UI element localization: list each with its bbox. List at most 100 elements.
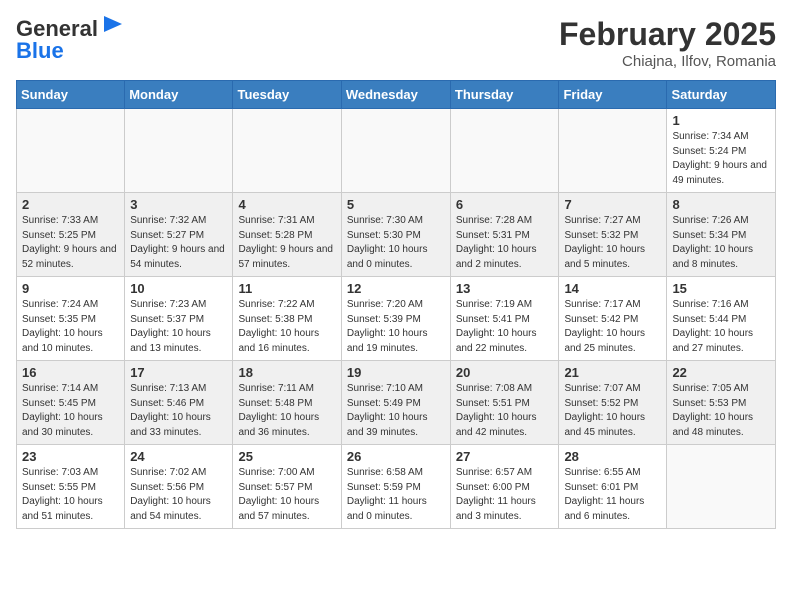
- day-number: 21: [564, 365, 661, 380]
- calendar-cell: 22Sunrise: 7:05 AM Sunset: 5:53 PM Dayli…: [667, 361, 776, 445]
- calendar-week-2: 2 Sunrise: 7:33 AM Sunset: 5:25 PM Daylig…: [17, 193, 776, 277]
- calendar-cell: 4Sunrise: 7:31 AM Sunset: 5:28 PM Daylig…: [233, 193, 341, 277]
- calendar-cell: [559, 109, 667, 193]
- calendar-cell: [341, 109, 450, 193]
- calendar-cell: 24 Sunrise: 7:02 AM Sunset: 5:56 PM Dayli…: [125, 445, 233, 529]
- day-info: Sunrise: 7:28 AM Sunset: 5:31 PM Dayligh…: [456, 214, 554, 272]
- calendar-cell: 1Sunrise: 7:34 AM Sunset: 5:24 PM Daylig…: [667, 109, 776, 193]
- day-number: 22: [672, 365, 770, 380]
- day-number: 23: [22, 449, 119, 464]
- day-info: Sunrise: 7:22 AM Sunset: 5:38 PM Dayligh…: [238, 298, 335, 356]
- day-number: 9: [22, 281, 119, 296]
- day-number: 8: [672, 197, 770, 212]
- day-number: 27: [456, 449, 554, 464]
- calendar-cell: 23 Sunrise: 7:03 AM Sunset: 5:55 PM Dayli…: [17, 445, 125, 529]
- day-info: Sunrise: 7:17 AM Sunset: 5:42 PM Dayligh…: [564, 298, 661, 356]
- location-subtitle: Chiajna, Ilfov, Romania: [559, 53, 776, 70]
- day-info: Sunrise: 6:55 AM Sunset: 6:01 PM Dayligh…: [564, 466, 661, 524]
- day-number: 14: [564, 281, 661, 296]
- calendar-cell: 6 Sunrise: 7:28 AM Sunset: 5:31 PM Daylig…: [450, 193, 559, 277]
- day-info: Sunrise: 7:32 AM Sunset: 5:27 PM Dayligh…: [130, 214, 227, 272]
- day-number: 13: [456, 281, 554, 296]
- calendar-week-4: 16 Sunrise: 7:14 AM Sunset: 5:45 PM Dayli…: [17, 361, 776, 445]
- day-number: 10: [130, 281, 227, 296]
- day-number: 7: [564, 197, 661, 212]
- weekday-header-wednesday: Wednesday: [341, 81, 450, 109]
- day-number: 16: [22, 365, 119, 380]
- day-number: 6: [456, 197, 554, 212]
- day-info: Sunrise: 7:23 AM Sunset: 5:37 PM Dayligh…: [130, 298, 227, 356]
- day-number: 18: [238, 365, 335, 380]
- day-info: Sunrise: 7:08 AM Sunset: 5:51 PM Dayligh…: [456, 382, 554, 440]
- day-number: 1: [672, 113, 770, 128]
- day-info: Sunrise: 7:26 AM Sunset: 5:34 PM Dayligh…: [672, 214, 770, 272]
- day-info: Sunrise: 7:10 AM Sunset: 5:49 PM Dayligh…: [347, 382, 445, 440]
- day-info: Sunrise: 7:20 AM Sunset: 5:39 PM Dayligh…: [347, 298, 445, 356]
- weekday-header-tuesday: Tuesday: [233, 81, 341, 109]
- calendar-cell: 2 Sunrise: 7:33 AM Sunset: 5:25 PM Daylig…: [17, 193, 125, 277]
- day-info: Sunrise: 7:13 AM Sunset: 5:46 PM Dayligh…: [130, 382, 227, 440]
- day-info: Sunrise: 7:00 AM Sunset: 5:57 PM Dayligh…: [238, 466, 335, 524]
- day-number: 3: [130, 197, 227, 212]
- calendar-cell: 10 Sunrise: 7:23 AM Sunset: 5:37 PM Dayli…: [125, 277, 233, 361]
- calendar-cell: 28Sunrise: 6:55 AM Sunset: 6:01 PM Dayli…: [559, 445, 667, 529]
- month-title: February 2025: [559, 16, 776, 53]
- weekday-header-friday: Friday: [559, 81, 667, 109]
- calendar-cell: 26 Sunrise: 6:58 AM Sunset: 5:59 PM Dayli…: [341, 445, 450, 529]
- day-number: 12: [347, 281, 445, 296]
- day-info: Sunrise: 7:24 AM Sunset: 5:35 PM Dayligh…: [22, 298, 119, 356]
- calendar-cell: 13 Sunrise: 7:19 AM Sunset: 5:41 PM Dayli…: [450, 277, 559, 361]
- logo: General Blue: [16, 16, 126, 64]
- day-info: Sunrise: 7:03 AM Sunset: 5:55 PM Dayligh…: [22, 466, 119, 524]
- calendar-cell: 5Sunrise: 7:30 AM Sunset: 5:30 PM Daylig…: [341, 193, 450, 277]
- day-info: Sunrise: 7:14 AM Sunset: 5:45 PM Dayligh…: [22, 382, 119, 440]
- day-number: 25: [238, 449, 335, 464]
- calendar-cell: 21 Sunrise: 7:07 AM Sunset: 5:52 PM Dayli…: [559, 361, 667, 445]
- calendar-cell: 14 Sunrise: 7:17 AM Sunset: 5:42 PM Dayli…: [559, 277, 667, 361]
- day-info: Sunrise: 7:27 AM Sunset: 5:32 PM Dayligh…: [564, 214, 661, 272]
- calendar-cell: 17 Sunrise: 7:13 AM Sunset: 5:46 PM Dayli…: [125, 361, 233, 445]
- day-number: 11: [238, 281, 335, 296]
- calendar-cell: 16 Sunrise: 7:14 AM Sunset: 5:45 PM Dayli…: [17, 361, 125, 445]
- weekday-header-saturday: Saturday: [667, 81, 776, 109]
- calendar-cell: [667, 445, 776, 529]
- day-info: Sunrise: 7:11 AM Sunset: 5:48 PM Dayligh…: [238, 382, 335, 440]
- day-info: Sunrise: 7:16 AM Sunset: 5:44 PM Dayligh…: [672, 298, 770, 356]
- day-info: Sunrise: 7:33 AM Sunset: 5:25 PM Dayligh…: [22, 214, 119, 272]
- calendar-cell: [233, 109, 341, 193]
- day-number: 5: [347, 197, 445, 212]
- weekday-header-thursday: Thursday: [450, 81, 559, 109]
- day-info: Sunrise: 6:58 AM Sunset: 5:59 PM Dayligh…: [347, 466, 445, 524]
- day-number: 20: [456, 365, 554, 380]
- calendar-cell: [125, 109, 233, 193]
- calendar-cell: 7 Sunrise: 7:27 AM Sunset: 5:32 PM Daylig…: [559, 193, 667, 277]
- calendar-week-3: 9 Sunrise: 7:24 AM Sunset: 5:35 PM Daylig…: [17, 277, 776, 361]
- day-number: 2: [22, 197, 119, 212]
- calendar-cell: 20 Sunrise: 7:08 AM Sunset: 5:51 PM Dayli…: [450, 361, 559, 445]
- weekday-header-monday: Monday: [125, 81, 233, 109]
- day-number: 15: [672, 281, 770, 296]
- calendar-cell: 8 Sunrise: 7:26 AM Sunset: 5:34 PM Daylig…: [667, 193, 776, 277]
- weekday-header-sunday: Sunday: [17, 81, 125, 109]
- day-number: 26: [347, 449, 445, 464]
- calendar-cell: 3 Sunrise: 7:32 AM Sunset: 5:27 PM Daylig…: [125, 193, 233, 277]
- calendar-table: SundayMondayTuesdayWednesdayThursdayFrid…: [16, 80, 776, 529]
- calendar-cell: 9 Sunrise: 7:24 AM Sunset: 5:35 PM Daylig…: [17, 277, 125, 361]
- calendar-cell: 12 Sunrise: 7:20 AM Sunset: 5:39 PM Dayli…: [341, 277, 450, 361]
- calendar-cell: 19 Sunrise: 7:10 AM Sunset: 5:49 PM Dayli…: [341, 361, 450, 445]
- weekday-header-row: SundayMondayTuesdayWednesdayThursdayFrid…: [17, 81, 776, 109]
- calendar-cell: [450, 109, 559, 193]
- day-info: Sunrise: 7:19 AM Sunset: 5:41 PM Dayligh…: [456, 298, 554, 356]
- page-header: General Blue February 2025 Chiajna, Ilfo…: [16, 16, 776, 70]
- day-info: Sunrise: 7:07 AM Sunset: 5:52 PM Dayligh…: [564, 382, 661, 440]
- day-number: 19: [347, 365, 445, 380]
- calendar-cell: [17, 109, 125, 193]
- calendar-cell: 18 Sunrise: 7:11 AM Sunset: 5:48 PM Dayli…: [233, 361, 341, 445]
- calendar-week-5: 23 Sunrise: 7:03 AM Sunset: 5:55 PM Dayli…: [17, 445, 776, 529]
- day-number: 17: [130, 365, 227, 380]
- day-number: 24: [130, 449, 227, 464]
- calendar-week-1: 1Sunrise: 7:34 AM Sunset: 5:24 PM Daylig…: [17, 109, 776, 193]
- day-info: Sunrise: 7:02 AM Sunset: 5:56 PM Dayligh…: [130, 466, 227, 524]
- calendar-cell: 25 Sunrise: 7:00 AM Sunset: 5:57 PM Dayli…: [233, 445, 341, 529]
- day-number: 4: [238, 197, 335, 212]
